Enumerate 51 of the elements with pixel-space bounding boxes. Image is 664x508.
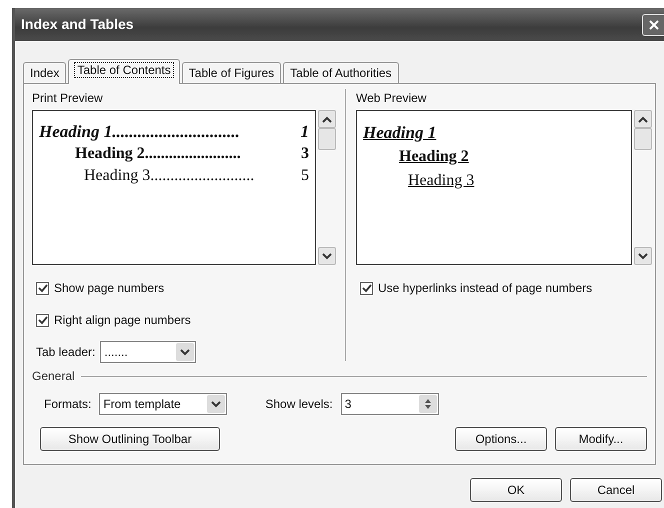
- dialog-button[interactable]: OK: [470, 478, 562, 502]
- page-number: 1: [300, 121, 309, 143]
- dialog-button[interactable]: Options...: [455, 427, 547, 451]
- formats-label: Formats:: [44, 396, 92, 413]
- chevron-down-icon: [211, 400, 222, 408]
- tab[interactable]: Index: [23, 62, 66, 83]
- chevron-up-icon: [322, 116, 332, 122]
- checkbox-label: Right align page numbers: [54, 312, 191, 329]
- spin-arrows-icon: [422, 397, 433, 411]
- tab-leader-dropdown[interactable]: .......: [100, 341, 196, 363]
- tab[interactable]: Table of Contents: [68, 59, 180, 84]
- checkbox-label: Show page numbers: [54, 280, 164, 297]
- checkbox[interactable]: [36, 282, 49, 294]
- page-number: 5: [301, 166, 309, 186]
- preview-label: Web Preview: [356, 90, 428, 107]
- preview-heading: Heading 2........................: [75, 144, 241, 164]
- checkbox[interactable]: [360, 282, 373, 294]
- scroll-up-button[interactable]: [634, 110, 652, 128]
- levels-label: Show levels:: [265, 396, 333, 413]
- page-number: 3: [301, 144, 309, 164]
- scroll-down-button[interactable]: [318, 247, 336, 265]
- close-icon: [648, 18, 660, 30]
- chevron-down-icon: [638, 252, 648, 260]
- dialog-button[interactable]: Cancel: [570, 478, 662, 502]
- scroll-up-button[interactable]: [318, 110, 336, 128]
- preview-label: Print Preview: [32, 90, 104, 107]
- chevron-down-icon: [322, 252, 332, 260]
- levels-spinner[interactable]: 3: [340, 393, 439, 415]
- close-button[interactable]: [642, 14, 664, 36]
- hyperlink-heading[interactable]: Heading 1: [363, 121, 436, 145]
- tab-leader-label: Tab leader:: [36, 344, 96, 361]
- hyperlink-heading[interactable]: Heading 2: [399, 145, 469, 169]
- chevron-down-icon: [180, 348, 190, 356]
- window-title: Index and Tables: [21, 15, 134, 34]
- scroll-thumb[interactable]: [634, 128, 652, 150]
- chevron-up-icon: [638, 116, 648, 122]
- checkbox[interactable]: [36, 314, 49, 326]
- scrollbar[interactable]: [318, 110, 338, 265]
- preview-heading: Heading 3..........................: [84, 166, 254, 186]
- scrollbar[interactable]: [634, 110, 654, 265]
- hyperlink-heading[interactable]: Heading 3: [408, 169, 474, 193]
- scroll-thumb[interactable]: [318, 128, 336, 150]
- formats-dropdown[interactable]: From template: [99, 393, 228, 415]
- preview-heading: Heading 1..............................: [39, 121, 240, 143]
- tab[interactable]: Table of Figures: [182, 62, 282, 83]
- group-label: General: [32, 368, 75, 385]
- dialog-button[interactable]: Show Outlining Toolbar: [40, 427, 220, 451]
- checkbox-label: Use hyperlinks instead of page numbers: [378, 280, 592, 297]
- dialog-button[interactable]: Modify...: [555, 427, 647, 451]
- tab[interactable]: Table of Authorities: [283, 62, 399, 83]
- scroll-down-button[interactable]: [634, 247, 652, 265]
